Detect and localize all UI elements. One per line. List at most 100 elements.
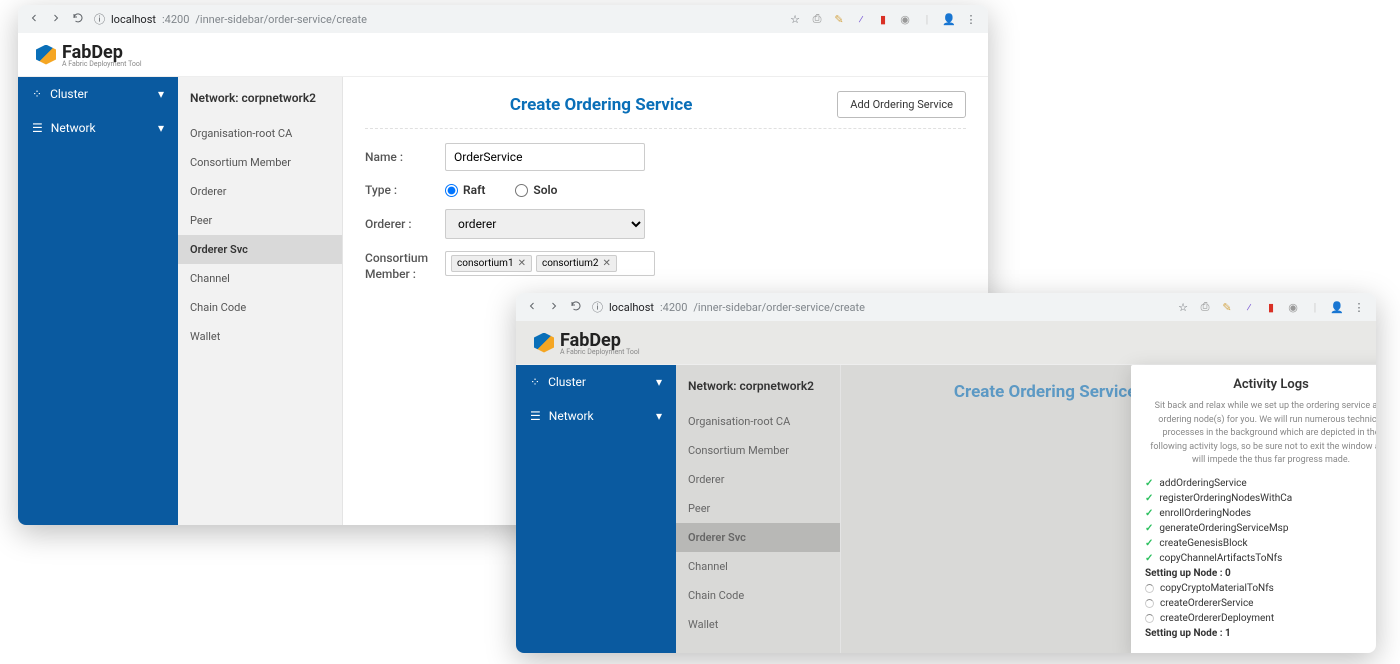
ext-icon-2[interactable]: ⁄ bbox=[1242, 300, 1256, 314]
ext-icon-1[interactable]: ✎ bbox=[832, 12, 846, 26]
mid-item-consortium[interactable]: Consortium Member bbox=[676, 436, 840, 465]
activity-logs-list[interactable]: ✓addOrderingService✓registerOrderingNode… bbox=[1145, 478, 1376, 643]
remove-tag-icon[interactable]: ✕ bbox=[518, 258, 526, 269]
network-icon: ☰ bbox=[530, 409, 541, 423]
mid-item-org-root-ca[interactable]: Organisation-root CA bbox=[676, 407, 840, 436]
profile-icon[interactable]: 👤 bbox=[1330, 300, 1344, 314]
mid-item-orderer-svc[interactable]: Orderer Svc bbox=[676, 523, 840, 552]
profile-icon[interactable]: 👤 bbox=[942, 12, 956, 26]
ext-icon-2[interactable]: ⁄ bbox=[854, 12, 868, 26]
name-input[interactable] bbox=[445, 143, 645, 171]
log-text: copyChannelArtifactsToNfs bbox=[1159, 553, 1282, 564]
reload-icon[interactable] bbox=[570, 300, 582, 315]
tag-consortium1: consortium1✕ bbox=[451, 255, 532, 272]
menu-icon[interactable]: ⋮ bbox=[1352, 300, 1366, 314]
forward-icon[interactable] bbox=[548, 300, 560, 315]
sidebar-item-cluster[interactable]: ⁘Cluster ▾ bbox=[18, 77, 178, 111]
log-text: Setting up Node : 0 bbox=[1145, 568, 1231, 579]
log-line: ✓registerOrderingNodesWithCa bbox=[1145, 493, 1376, 504]
chevron-down-icon: ▾ bbox=[158, 121, 164, 135]
orderer-select[interactable]: orderer bbox=[445, 209, 645, 239]
log-line: Setting up Node : 0 bbox=[1145, 568, 1376, 579]
sidebar-primary: ⁘Cluster ▾ ☰Network ▾ bbox=[18, 77, 178, 525]
mid-item-peer[interactable]: Peer bbox=[676, 494, 840, 523]
camera-icon[interactable]: ⎙ bbox=[810, 12, 824, 26]
sidebar-secondary: Network: corpnetwork2 Organisation-root … bbox=[178, 77, 343, 525]
modal-title: Activity Logs bbox=[1145, 377, 1376, 392]
ext-icon-4[interactable]: ◉ bbox=[898, 12, 912, 26]
back-icon[interactable] bbox=[28, 12, 40, 27]
logo[interactable]: FabDep A Fabric Deployment Tool bbox=[36, 42, 142, 68]
sidebar-item-cluster[interactable]: ⁘Cluster ▾ bbox=[516, 365, 676, 399]
menu-icon[interactable]: ⋮ bbox=[964, 12, 978, 26]
url-bar[interactable]: ⓘ localhost:4200/inner-sidebar/order-ser… bbox=[94, 11, 778, 27]
spinner-icon bbox=[1145, 614, 1154, 623]
url-path: /inner-sidebar/order-service/create bbox=[195, 13, 367, 26]
orderer-label: Orderer : bbox=[365, 217, 445, 231]
mid-item-peer[interactable]: Peer bbox=[178, 206, 342, 235]
log-text: enrollOrderingNodes bbox=[1159, 508, 1251, 519]
app-header: FabDep A Fabric Deployment Tool bbox=[18, 33, 988, 77]
cluster-icon: ⁘ bbox=[530, 375, 540, 389]
mid-item-wallet[interactable]: Wallet bbox=[676, 610, 840, 639]
star-icon[interactable]: ☆ bbox=[1176, 300, 1190, 314]
log-text: createGenesisBlock bbox=[1159, 538, 1247, 549]
mid-item-wallet[interactable]: Wallet bbox=[178, 322, 342, 351]
add-ordering-service-button[interactable]: Add Ordering Service bbox=[837, 91, 966, 118]
browser-toolbar: ⓘ localhost:4200/inner-sidebar/order-ser… bbox=[18, 5, 988, 33]
ext-icon-4[interactable]: ◉ bbox=[1286, 300, 1300, 314]
log-line: Setting up Node : 1 bbox=[1145, 628, 1376, 639]
chevron-down-icon: ▾ bbox=[158, 87, 164, 101]
sidebar-item-network[interactable]: ☰Network ▾ bbox=[516, 399, 676, 433]
mid-item-channel[interactable]: Channel bbox=[676, 552, 840, 581]
back-icon[interactable] bbox=[526, 300, 538, 315]
forward-icon[interactable] bbox=[50, 12, 62, 27]
mid-item-org-root-ca[interactable]: Organisation-root CA bbox=[178, 119, 342, 148]
mid-item-consortium[interactable]: Consortium Member bbox=[178, 148, 342, 177]
mid-item-channel[interactable]: Channel bbox=[178, 264, 342, 293]
mid-item-chaincode[interactable]: Chain Code bbox=[178, 293, 342, 322]
browser-toolbar: ⓘ localhost:4200/inner-sidebar/order-ser… bbox=[516, 293, 1376, 321]
consortium-tag-input[interactable]: consortium1✕ consortium2✕ bbox=[445, 251, 655, 276]
page-title: Create Ordering Service bbox=[954, 382, 1137, 402]
mid-item-orderer-svc[interactable]: Orderer Svc bbox=[178, 235, 342, 264]
network-title: Network: corpnetwork2 bbox=[676, 365, 840, 407]
log-line: ✓ copyChannelArtifactsToNfs bbox=[1145, 553, 1376, 564]
log-text: Setting up Node : 1 bbox=[1145, 628, 1231, 639]
extension-icons: ☆ ⎙ ✎ ⁄ ▮ ◉ | 👤 ⋮ bbox=[788, 12, 978, 26]
remove-tag-icon[interactable]: ✕ bbox=[603, 258, 611, 269]
check-icon: ✓ bbox=[1145, 553, 1153, 564]
logo-tagline: A Fabric Deployment Tool bbox=[62, 60, 142, 68]
consortium-label: Consortium Member : bbox=[365, 251, 445, 282]
mid-item-chaincode[interactable]: Chain Code bbox=[676, 581, 840, 610]
log-line: createOrdererService bbox=[1145, 598, 1376, 609]
network-icon: ☰ bbox=[32, 121, 43, 135]
sidebar-item-network[interactable]: ☰Network ▾ bbox=[18, 111, 178, 145]
logo[interactable]: FabDep A Fabric Deployment Tool bbox=[534, 330, 640, 356]
camera-icon[interactable]: ⎙ bbox=[1198, 300, 1212, 314]
reload-icon[interactable] bbox=[72, 12, 84, 27]
browser-window-2: ⓘ localhost:4200/inner-sidebar/order-ser… bbox=[516, 293, 1376, 653]
type-radio-solo[interactable]: Solo bbox=[515, 183, 557, 197]
divider: | bbox=[1308, 300, 1322, 314]
ext-icon-3[interactable]: ▮ bbox=[876, 12, 890, 26]
tag-consortium2: consortium2✕ bbox=[536, 255, 617, 272]
check-icon: ✓ bbox=[1145, 508, 1153, 519]
activity-logs-modal: Activity Logs Sit back and relax while w… bbox=[1131, 365, 1376, 653]
ext-icon-1[interactable]: ✎ bbox=[1220, 300, 1234, 314]
log-line: ✓addOrderingService bbox=[1145, 478, 1376, 489]
type-radio-raft[interactable]: Raft bbox=[445, 183, 485, 197]
log-line: copyCryptoMaterialToNfs bbox=[1145, 583, 1376, 594]
mid-item-orderer[interactable]: Orderer bbox=[178, 177, 342, 206]
log-text: addOrderingService bbox=[1159, 478, 1246, 489]
spinner-icon bbox=[1145, 599, 1154, 608]
extension-icons: ☆ ⎙ ✎ ⁄ ▮ ◉ | 👤 ⋮ bbox=[1176, 300, 1366, 314]
star-icon[interactable]: ☆ bbox=[788, 12, 802, 26]
spinner-icon bbox=[1145, 584, 1154, 593]
cluster-icon: ⁘ bbox=[32, 87, 42, 101]
url-bar[interactable]: ⓘ localhost:4200/inner-sidebar/order-ser… bbox=[592, 299, 1166, 315]
ext-icon-3[interactable]: ▮ bbox=[1264, 300, 1278, 314]
log-text: createOrdererService bbox=[1160, 598, 1253, 609]
mid-item-orderer[interactable]: Orderer bbox=[676, 465, 840, 494]
app-header: FabDep A Fabric Deployment Tool bbox=[516, 321, 1376, 365]
